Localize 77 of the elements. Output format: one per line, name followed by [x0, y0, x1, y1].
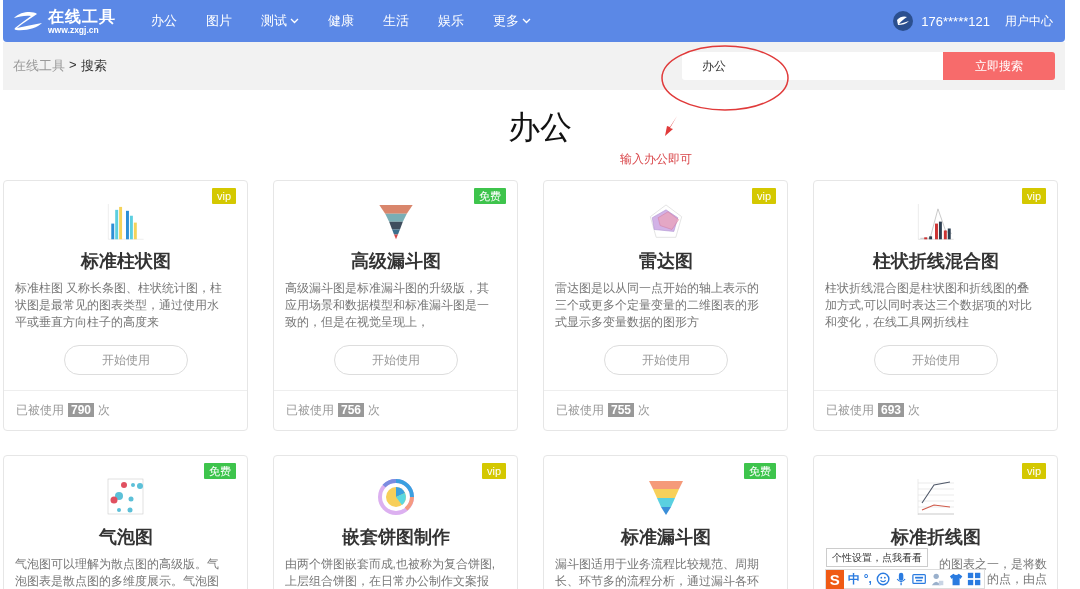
nav-link[interactable]: 测试 [261, 12, 299, 30]
bar-chart-icon [105, 202, 146, 242]
shirt-icon[interactable] [948, 571, 963, 587]
card-description: 雷达图是以从同一点开始的轴上表示的 三个或更多个定量变量的二维图表的形 式显示多变量数据的图形方 [554, 280, 760, 332]
usage-unit: 次 [368, 401, 381, 419]
card-description: 漏斗图适用于业务流程比较规范、周期 长、环节多的流程分析，通过漏斗各环 [554, 556, 760, 589]
smiley-icon[interactable] [875, 571, 891, 587]
logo-url: www.zxgj.cn [48, 24, 99, 35]
usage-unit: 次 [638, 401, 651, 419]
keyboard-icon[interactable] [912, 571, 927, 587]
search-field[interactable]: 办公 [682, 52, 943, 80]
donut-chart-icon [375, 477, 416, 517]
nav-link[interactable]: 办公 [151, 12, 177, 30]
card-description: 由两个饼图嵌套而成,也被称为复合饼图, 上层组合饼图，在日常办公制作文案报 [284, 556, 497, 589]
card-description: 气泡图可以理解为散点图的高级版。气 泡图表是散点图的多维度展示。气泡图 [14, 556, 220, 589]
card-title: 标准柱状图 [80, 251, 171, 272]
free-tag: 免费 [744, 463, 776, 479]
free-tag: 免费 [204, 463, 236, 479]
nav-link[interactable]: 生活 [383, 12, 409, 30]
card-title: 柱状折线混合图 [872, 251, 999, 272]
vip-tag: vip [1021, 463, 1046, 479]
card-description-fragment: 的图表之一，是将数 [938, 557, 1047, 571]
punctuation-toggle[interactable]: °, [863, 572, 872, 586]
vip-tag: vip [1021, 188, 1046, 204]
usage-label: 已被使用 [556, 401, 604, 419]
usage-label: 已被使用 [286, 401, 334, 419]
start-button[interactable]: 开始使用 [603, 345, 728, 375]
nav-link[interactable]: 更多 [493, 12, 531, 30]
caret-icon [522, 18, 531, 24]
caret-icon [290, 18, 299, 24]
vip-tag: vip [211, 188, 236, 204]
usage-count: 756 [338, 403, 365, 418]
page-heading: 办公 [508, 108, 572, 147]
card-title: 高级漏斗图 [350, 251, 441, 272]
logo-name: 在线工具 [48, 7, 116, 25]
breadcrumb-separator: > [69, 57, 77, 74]
user-phone: 176*****121 [921, 13, 990, 29]
vip-tag: vip [481, 463, 506, 479]
vip-tag: vip [751, 188, 776, 204]
tooltip: 个性设置，点我看看 [826, 548, 928, 567]
card-description-fragment: 的点，由点 [986, 572, 1047, 586]
card-description: 高级漏斗图是标准漏斗图的升级版，其 应用场景和数据模型和标准漏斗图是一 致的，但是在视觉呈现上， [284, 280, 490, 332]
card-description: 标准柱图 又称长条图、柱状统计图，柱 状图是最常见的图表类型，通过使用水 平或垂直方向柱子的高度来 [14, 280, 223, 332]
card-title: 气泡图 [98, 527, 153, 547]
card-title: 标准折线图 [890, 527, 981, 547]
search-button[interactable]: 立即搜索 [943, 52, 1055, 80]
language-toggle[interactable]: 中 [847, 570, 860, 588]
grid-icon[interactable] [966, 571, 981, 587]
card-title: 嵌套饼图制作 [341, 527, 450, 547]
free-tag: 免费 [474, 188, 506, 204]
start-button[interactable]: 开始使用 [873, 345, 998, 375]
usage-label: 已被使用 [826, 401, 874, 419]
annotation-text: 输入办公即可 [620, 151, 692, 168]
usage-count: 790 [68, 403, 95, 418]
user-center-link[interactable]: 用户中心 [1005, 12, 1053, 30]
start-button[interactable]: 开始使用 [333, 345, 458, 375]
bubble-chart-icon [105, 477, 146, 517]
card-title: 雷达图 [638, 251, 693, 272]
ime-logo[interactable]: S [826, 569, 844, 589]
nav-link[interactable]: 娱乐 [438, 12, 464, 30]
breadcrumb-current: 搜索 [80, 57, 107, 75]
usage-unit: 次 [908, 401, 921, 419]
usage-count: 693 [878, 403, 905, 418]
nav-link[interactable]: 健康 [328, 12, 354, 30]
nav-link[interactable]: 图片 [206, 12, 232, 30]
person-icon[interactable] [930, 571, 945, 587]
annotation-arrow [664, 115, 678, 137]
breadcrumb-link[interactable]: 在线工具 [13, 57, 65, 75]
start-button[interactable]: 开始使用 [63, 345, 188, 375]
usage-label: 已被使用 [16, 401, 64, 419]
bar-line-chart-icon [915, 202, 956, 242]
card-title: 标准漏斗图 [620, 527, 711, 547]
usage-count: 755 [608, 403, 635, 418]
usage-unit: 次 [98, 401, 111, 419]
line-chart-icon [915, 477, 956, 517]
avatar-icon [893, 11, 914, 31]
card-description: 柱状折线混合图是柱状图和折线图的叠 加方式,可以同时表达三个数据项的对比 和变化，在线工具网折线柱 [824, 280, 1033, 332]
